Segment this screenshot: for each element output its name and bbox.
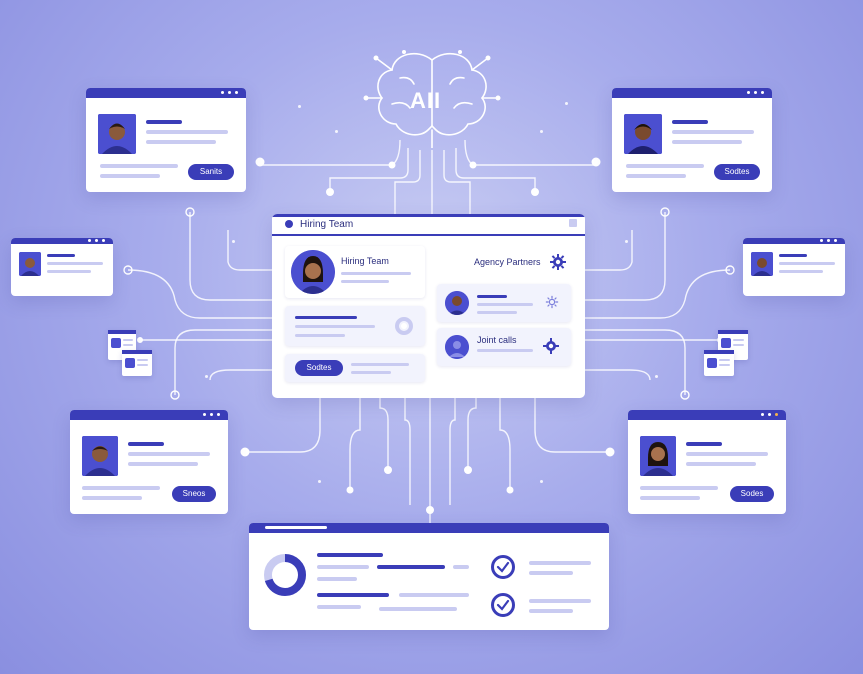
check-icon: [491, 593, 515, 617]
avatar-icon: [291, 250, 335, 294]
card-header: [612, 88, 772, 98]
mini-document: [122, 350, 152, 376]
sparkle: [318, 480, 321, 483]
hub-header: Hiring Team: [272, 214, 585, 236]
card-action-button[interactable]: Sanits: [188, 164, 234, 180]
hiring-team-profile[interactable]: Hiring Team: [285, 246, 425, 298]
sparkle: [625, 240, 628, 243]
avatar-icon: [751, 252, 773, 276]
analytics-report-panel[interactable]: [249, 523, 609, 630]
agency-partner-row[interactable]: [437, 284, 571, 322]
ai-label: AII: [410, 88, 442, 113]
hiring-hub-panel[interactable]: Hiring Team Hiring Team Agency Partners …: [272, 214, 585, 398]
avatar-icon: [445, 335, 469, 359]
card-action-button[interactable]: Sneos: [172, 486, 216, 502]
candidate-card-small-right[interactable]: [743, 238, 845, 296]
sparkle: [205, 375, 208, 378]
sparkle: [565, 102, 568, 105]
sparkle: [540, 130, 543, 133]
window-control[interactable]: [569, 219, 577, 227]
sparkle: [335, 130, 338, 133]
avatar-icon: [19, 252, 41, 276]
sparkle: [655, 375, 658, 378]
avatar-icon: [640, 436, 676, 476]
avatar-icon: [82, 436, 118, 476]
action-row: Sodtes: [285, 354, 425, 382]
progress-ring-icon: [395, 317, 413, 335]
candidate-card-small-left[interactable]: [11, 238, 113, 296]
joint-calls-row[interactable]: Joint calls: [437, 328, 571, 366]
progress-row: [285, 306, 425, 346]
card-header: [628, 410, 786, 420]
card-header: [743, 238, 845, 244]
gear-icon[interactable]: [550, 254, 566, 270]
candidate-card-mid-right[interactable]: Sodes: [628, 410, 786, 514]
hub-action-button[interactable]: Sodtes: [295, 360, 343, 376]
card-action-button[interactable]: Sodtes: [714, 164, 760, 180]
candidate-card-mid-left[interactable]: Sneos: [70, 410, 228, 514]
sparkle: [298, 105, 301, 108]
candidate-card-top-right[interactable]: Sodtes: [612, 88, 772, 192]
gear-icon[interactable]: [543, 338, 559, 354]
joint-calls-label: Joint calls: [477, 335, 517, 345]
sparkle: [540, 480, 543, 483]
sparkle-gear-icon: [545, 295, 559, 309]
card-action-button[interactable]: Sodes: [730, 486, 774, 502]
agency-partners-label: Agency Partners: [474, 257, 541, 267]
card-header: [70, 410, 228, 420]
mini-document: [704, 350, 734, 376]
candidate-card-top-left[interactable]: Sanits: [86, 88, 246, 192]
sparkle: [232, 240, 235, 243]
hub-title: Hiring Team: [300, 219, 354, 230]
donut-chart-icon: [263, 553, 307, 597]
profile-label: Hiring Team: [341, 256, 389, 266]
avatar-icon: [98, 114, 136, 154]
card-header: [11, 238, 113, 244]
card-header: [86, 88, 246, 98]
avatar-icon: [445, 291, 469, 315]
workflow-diagram: AII Sanits Sodtes Hiring Team Hiring Tea…: [0, 0, 863, 674]
avatar-icon: [624, 114, 662, 154]
hub-status-dot: [285, 220, 293, 228]
check-icon: [491, 555, 515, 579]
